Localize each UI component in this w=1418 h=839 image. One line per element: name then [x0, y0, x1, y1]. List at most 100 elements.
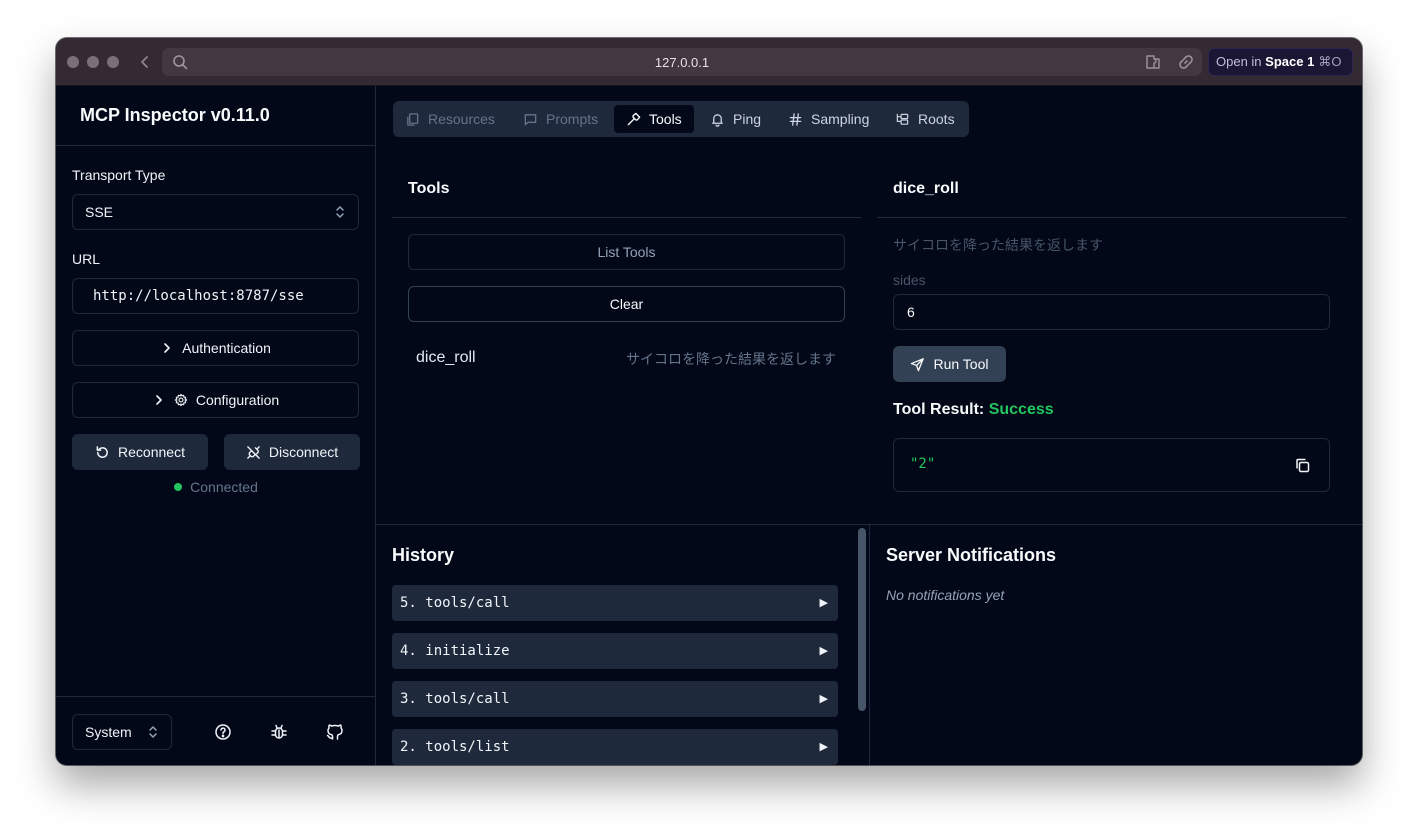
history-item-label: 4. initialize	[400, 643, 510, 659]
tools-panel-title: Tools	[408, 180, 450, 197]
history-item-label: 2. tools/list	[400, 739, 510, 755]
tab-ping[interactable]: Ping	[698, 105, 773, 133]
history-scrollbar-thumb[interactable]	[858, 528, 866, 711]
close-window-button[interactable]	[67, 56, 79, 68]
authentication-button[interactable]: Authentication	[72, 330, 359, 366]
chevrons-up-down-icon	[149, 726, 157, 738]
tab-ping-label: Ping	[733, 111, 762, 127]
browser-window: 127.0.0.1 Open in Space 1 ⌘O MCP Inspecto…	[56, 38, 1362, 765]
sidebar-divider	[56, 145, 376, 146]
tools-panel-divider	[392, 217, 861, 218]
clear-button[interactable]: Clear	[408, 286, 845, 322]
reconnect-button[interactable]: Reconnect	[72, 434, 208, 470]
connection-status: Connected	[56, 479, 376, 495]
copy-icon[interactable]	[1294, 457, 1311, 474]
minimize-window-button[interactable]	[87, 56, 99, 68]
message-square-icon	[524, 113, 537, 125]
rotate-ccw-icon	[96, 445, 108, 458]
transport-type-label: Transport Type	[72, 167, 166, 183]
notifications-empty-text: No notifications yet	[886, 587, 1005, 603]
history-title: History	[392, 545, 455, 565]
main-tabs: Resources Prompts Tools Ping Sampling Ro…	[393, 101, 969, 137]
expand-arrow-icon[interactable]: ▶	[820, 585, 828, 621]
tab-sampling-label: Sampling	[811, 111, 870, 127]
extension-icon[interactable]	[1144, 53, 1164, 71]
sides-label: sides	[893, 272, 926, 288]
app-title: MCP Inspector v0.11.0	[80, 105, 270, 125]
history-item[interactable]: 2. tools/list ▶	[392, 729, 838, 765]
open-in-space-button[interactable]: Open in Space 1 ⌘O	[1208, 48, 1353, 76]
chevron-right-icon	[156, 395, 162, 405]
tab-prompts-label: Prompts	[546, 111, 599, 127]
theme-select[interactable]: System	[72, 714, 172, 750]
history-item[interactable]: 5. tools/call ▶	[392, 585, 838, 621]
status-text: Connected	[190, 479, 258, 495]
back-arrow-icon[interactable]	[138, 52, 152, 72]
address-text: 127.0.0.1	[654, 55, 710, 70]
tab-resources[interactable]: Resources	[393, 105, 507, 133]
server-notifications-title: Server Notifications	[886, 545, 1057, 565]
transport-type-value: SSE	[85, 204, 114, 220]
status-dot	[174, 483, 183, 491]
tab-sampling[interactable]: Sampling	[776, 105, 881, 133]
bell-icon	[712, 113, 723, 127]
list-tools-button[interactable]: List Tools	[408, 234, 845, 270]
url-input[interactable]: http://localhost:8787/sse	[72, 278, 359, 314]
open-in-shortcut: ⌘O	[1318, 54, 1342, 69]
unplug-icon	[247, 445, 260, 459]
tool-list-item-name[interactable]: dice_roll	[416, 349, 476, 367]
tool-list-item-description: サイコロを降った結果を返します	[626, 351, 836, 367]
tab-tools-label: Tools	[649, 111, 682, 127]
tab-prompts[interactable]: Prompts	[511, 105, 610, 133]
configuration-label: Configuration	[195, 392, 280, 408]
tool-detail-description: サイコロを降った結果を返します	[893, 237, 1103, 253]
folder-tree-icon	[896, 113, 909, 125]
browser-toolbar: 127.0.0.1 Open in Space 1 ⌘O	[56, 38, 1362, 86]
chevrons-up-down-icon	[336, 206, 344, 218]
authentication-label: Authentication	[182, 340, 271, 356]
run-tool-label: Run Tool	[933, 356, 989, 372]
tool-result-status: Success	[988, 401, 1054, 418]
history-item[interactable]: 4. initialize ▶	[392, 633, 838, 669]
tool-detail-divider	[877, 217, 1346, 218]
sides-input[interactable]: 6	[893, 294, 1330, 330]
files-icon	[407, 112, 419, 126]
run-tool-button[interactable]: Run Tool	[893, 346, 1006, 382]
open-in-prefix: Open in	[1216, 54, 1262, 69]
tool-result-value: "2"	[910, 456, 936, 472]
address-bar[interactable]: 127.0.0.1	[162, 48, 1202, 76]
tool-detail-title: dice_roll	[893, 180, 959, 197]
tab-roots-label: Roots	[918, 111, 955, 127]
tool-result-box: "2"	[893, 438, 1330, 492]
transport-type-select[interactable]: SSE	[72, 194, 359, 230]
gear-icon	[174, 393, 188, 407]
theme-value: System	[85, 724, 132, 740]
hammer-icon	[627, 112, 641, 125]
help-circle-icon[interactable]	[213, 722, 233, 742]
history-item-label: 3. tools/call	[400, 691, 510, 707]
reconnect-label: Reconnect	[118, 444, 185, 460]
maximize-window-button[interactable]	[107, 56, 119, 68]
sidebar-footer-divider	[56, 696, 376, 697]
disconnect-label: Disconnect	[268, 444, 339, 460]
disconnect-button[interactable]: Disconnect	[224, 434, 360, 470]
tool-result-heading: Tool Result: Success	[893, 401, 1054, 419]
tool-result-label: Tool Result:	[893, 401, 985, 418]
bug-icon[interactable]	[269, 722, 289, 742]
sidebar: MCP Inspector v0.11.0 Transport Type SSE…	[56, 86, 376, 765]
chevron-right-icon	[164, 343, 170, 353]
link-icon[interactable]	[1177, 53, 1195, 71]
tab-tools[interactable]: Tools	[614, 105, 694, 133]
expand-arrow-icon[interactable]: ▶	[820, 681, 828, 717]
expand-arrow-icon[interactable]: ▶	[820, 633, 828, 669]
send-icon	[911, 357, 925, 371]
github-icon[interactable]	[325, 722, 345, 742]
url-label: URL	[72, 251, 101, 267]
history-item-label: 5. tools/call	[400, 595, 510, 611]
expand-arrow-icon[interactable]: ▶	[820, 729, 828, 765]
history-item[interactable]: 3. tools/call ▶	[392, 681, 838, 717]
open-in-target: Space 1	[1265, 54, 1315, 69]
configuration-button[interactable]: Configuration	[72, 382, 359, 418]
tab-roots[interactable]: Roots	[883, 105, 967, 133]
panel-resize-handle[interactable]	[869, 525, 870, 765]
